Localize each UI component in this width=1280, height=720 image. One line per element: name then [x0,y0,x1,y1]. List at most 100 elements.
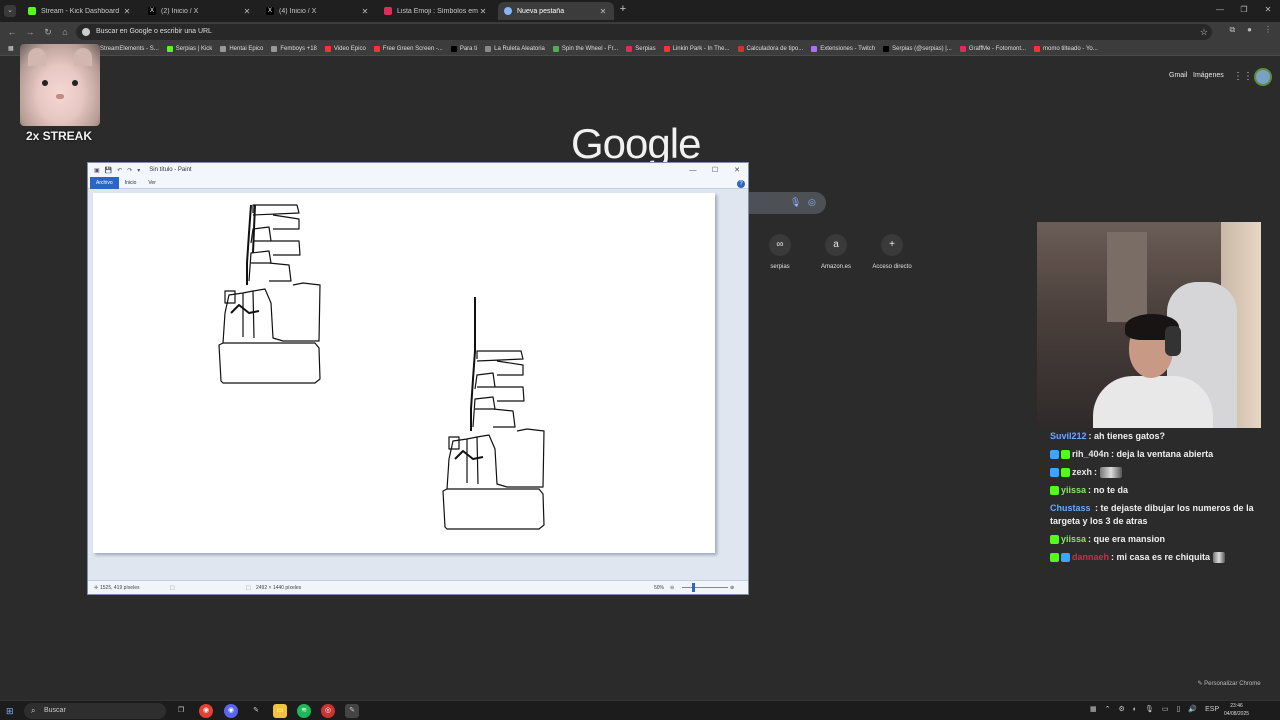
customize-chrome-button[interactable]: ✎ Personalizar Chrome [1186,677,1272,691]
tab-inicio[interactable]: Inicio [119,177,143,189]
bookmark-item[interactable]: Serpias (@serpias) |... [883,45,952,52]
profile-icon[interactable]: ● [1247,25,1252,35]
chrome-taskbar-icon[interactable]: ◉ [199,704,213,718]
zoom-level: 50% [654,585,665,591]
bookmark-item[interactable]: Hentai Epico [220,45,263,52]
bookmark-item[interactable]: Calculadora de tipo... [737,45,803,52]
bookmark-item[interactable]: Video Epico [324,45,366,52]
task-view-icon[interactable]: ❐ [174,704,188,718]
clock-date: 04/08/2025 [1224,711,1250,717]
close-icon[interactable]: ✕ [598,7,608,16]
paint-active-icon[interactable]: ✎ [345,704,359,718]
chat-message: Suvil212 : ah tienes gatos? [1050,430,1270,443]
shortcut-serpias[interactable]: ∞ serpias [755,234,805,270]
images-link[interactable]: Imágenes [1193,72,1224,79]
tab-kick-dashboard[interactable]: Stream - Kick Dashboard ✕ [22,2,138,20]
bookmark-item[interactable]: Serpias [626,45,656,52]
search-icon: ⌕ [31,706,36,715]
google-lens-icon[interactable]: ◎ [808,197,816,208]
clock-time: 23:46 [1230,703,1243,709]
chat-text: : [1094,467,1098,477]
redo-icon[interactable]: ↷ [127,167,132,174]
bookmark-item[interactable]: GraffMe - Fotomont... [959,45,1026,52]
menu-icon[interactable]: ⋮ [1264,25,1272,35]
windows-start-icon[interactable]: ⊞ [6,706,14,717]
shortcut-amazon[interactable]: a Amazon.es [811,234,861,270]
spotify-icon[interactable]: ≋ [297,704,311,718]
bookmark-item[interactable]: Para ti [450,45,477,52]
account-avatar[interactable] [1254,68,1272,86]
quick-access-dropdown-icon[interactable]: ▾ [137,167,140,174]
taskbar-search[interactable]: ⌕ Buscar [24,703,166,719]
close-icon[interactable]: ✕ [360,7,370,16]
chat-username: yiissa [1061,534,1087,544]
language-label[interactable]: ESP [1205,706,1219,713]
back-icon[interactable]: ← [6,26,18,38]
zoom-slider[interactable] [682,587,728,588]
tab-search-button[interactable]: ⌄ [4,5,16,17]
obs-icon[interactable]: ◎ [321,704,335,718]
tab-lista-emoji[interactable]: Lista Emoji : Símbolos emoji m ✕ [378,2,494,20]
paint-taskbar-icon[interactable]: ✎ [249,704,263,718]
zoom-slider-thumb[interactable] [692,583,695,592]
bookmark-item[interactable]: Extensiones - Twitch [811,45,875,52]
microphone-icon[interactable]: 🎙 [1145,705,1154,713]
zoom-out-icon[interactable]: ⊖ [670,585,674,591]
tab-archivo[interactable]: Archivo [90,176,119,189]
tab-ver[interactable]: Ver [142,177,162,189]
taskbar-clock[interactable]: 23:46 04/08/2025 [1224,702,1249,718]
close-window-icon[interactable]: ✕ [1256,0,1280,22]
tab-label: Nueva pestaña [517,7,565,15]
tray-settings-icon[interactable]: ⚙ [1119,705,1125,713]
bookmark-item[interactable]: Spin the Wheel - Fr... [552,45,618,52]
close-icon[interactable]: ✕ [242,7,252,16]
bookmark-star-icon[interactable]: ☆ [1200,24,1208,40]
paint-canvas[interactable] [93,193,715,553]
apps-grid-icon[interactable]: ▦ [8,45,14,52]
tray-app2-icon[interactable]: ◐ [1133,706,1137,713]
volume-icon[interactable]: 🔊 [1188,705,1197,713]
minimize-icon[interactable]: — [682,167,704,174]
app-taskbar-icon[interactable]: ◉ [224,704,238,718]
undo-icon[interactable]: ↶ [117,167,122,174]
maximize-icon[interactable]: ☐ [704,166,726,174]
tab-nueva-pestana[interactable]: Nueva pestaña ✕ [498,2,614,20]
tab-inicio-x-2[interactable]: X (2) Inicio / X ✕ [142,2,258,20]
address-bar[interactable]: Buscar en Google o escribir una URL ☆ [76,24,1212,40]
chevron-up-icon[interactable]: ⌃ [1105,705,1111,713]
gmail-link[interactable]: Gmail [1169,72,1187,79]
bookmark-item[interactable]: Serpias | Kick [166,45,212,52]
chat-message: yiissa : no te da [1050,484,1270,497]
home-icon[interactable]: ⌂ [59,26,71,38]
microphone-icon[interactable]: 🎙 [790,197,801,208]
bookmark-item[interactable]: Femboys +18 [271,45,317,52]
bookmark-favicon-icon [373,45,380,52]
minimize-icon[interactable]: — [1208,0,1232,22]
bookmark-label: Free Green Screen -... [382,45,443,52]
help-icon[interactable]: ? [737,180,745,188]
bookmark-item[interactable]: La Ruleta Aleatoria [485,45,545,52]
bookmark-item[interactable]: StreamElements - S... [91,45,159,52]
close-icon[interactable]: ✕ [478,7,488,16]
save-icon[interactable]: 💾 [105,167,112,174]
bookmark-favicon-icon [324,45,331,52]
tab-inicio-x-4[interactable]: X (4) Inicio / X ✕ [260,2,376,20]
new-tab-button[interactable]: + [616,3,630,15]
forward-icon[interactable]: → [24,26,36,38]
close-icon[interactable]: ✕ [726,166,748,174]
zoom-in-icon[interactable]: ⊕ [730,585,734,591]
file-explorer-icon[interactable]: ▭ [273,704,287,718]
network-icon[interactable]: ▯ [1177,705,1181,713]
close-icon[interactable]: ✕ [122,7,132,16]
maximize-icon[interactable]: ❐ [1232,0,1256,22]
shortcut-add[interactable]: + Acceso directo [867,234,917,270]
reload-icon[interactable]: ↻ [42,26,54,38]
bookmark-item[interactable]: momo tilteado - Yo... [1034,45,1098,52]
bookmark-item[interactable]: Linkin Park - In The... [663,45,730,52]
display-icon[interactable]: ▭ [1162,705,1169,713]
bookmark-item[interactable]: Free Green Screen -... [373,45,443,52]
tray-app-icon[interactable]: ▦ [1090,705,1097,713]
chrome-icon [504,7,512,15]
extensions-icon[interactable]: ⧉ [1229,25,1235,35]
shortcut-label: serpias [770,264,790,270]
